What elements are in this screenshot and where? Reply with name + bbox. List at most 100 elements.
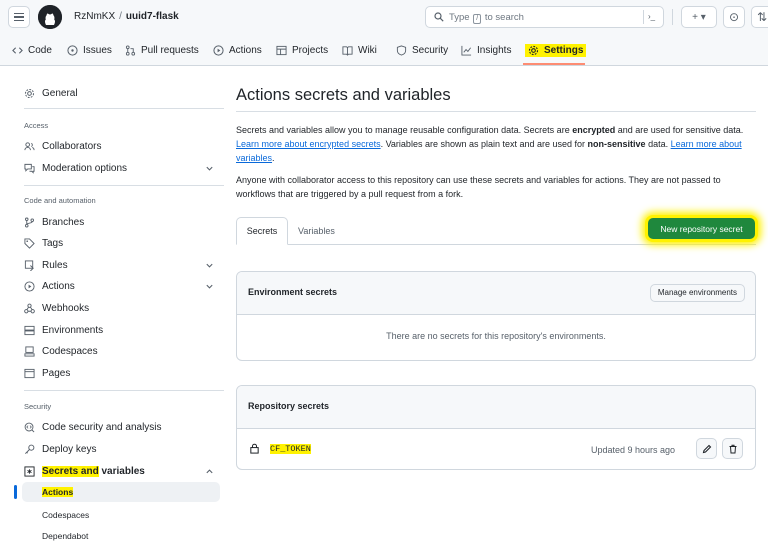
tag-icon	[24, 237, 35, 249]
secret-name: CF_TOKEN	[270, 444, 311, 454]
chevron-down-icon[interactable]	[205, 282, 214, 291]
tab-pull-requests[interactable]: Pull requests	[125, 40, 199, 60]
sidebar-heading-security: Security	[24, 402, 52, 411]
sidebar-item-pages[interactable]: Pages	[24, 364, 70, 382]
sidebar-subitem-codespaces[interactable]: Codespaces	[42, 510, 89, 520]
search-input[interactable]: Type / to search ›_	[425, 6, 664, 28]
browser-icon	[24, 368, 35, 378]
chevron-up-icon[interactable]	[205, 467, 214, 476]
play-icon	[213, 44, 224, 56]
secret-updated-time: Updated 9 hours ago	[591, 445, 676, 455]
server-icon	[24, 325, 35, 335]
sidebar-heading-code-automation: Code and automation	[24, 196, 96, 205]
gear-icon	[528, 45, 539, 55]
search-icon	[434, 12, 444, 22]
environment-secrets-box: Environment secrets Manage environments …	[236, 271, 756, 361]
tab-variables[interactable]: Variables	[298, 217, 335, 245]
tab-actions[interactable]: Actions	[213, 40, 262, 60]
sidebar-item-tags[interactable]: Tags	[24, 234, 63, 252]
code-icon	[12, 46, 23, 54]
sidebar-item-collaborators[interactable]: Collaborators	[24, 137, 101, 155]
issue-opened-icon	[67, 44, 78, 56]
sidebar-item-branches[interactable]: Branches	[24, 213, 84, 231]
page-title: Actions secrets and variables	[236, 86, 451, 104]
play-icon	[24, 280, 35, 292]
table-icon	[276, 45, 287, 55]
sidebar-item-code-security[interactable]: Code security and analysis	[24, 418, 162, 436]
pull-requests-icon[interactable]: ⇅	[751, 6, 768, 28]
key-asterisk-icon	[24, 465, 35, 477]
webhook-icon	[24, 303, 35, 313]
sidebar-subitem-actions[interactable]: Actions	[42, 487, 74, 497]
title-divider	[236, 111, 756, 112]
sidebar-item-general[interactable]: General	[24, 84, 78, 102]
codespaces-icon	[24, 345, 35, 357]
command-palette-icon[interactable]: ›_	[643, 10, 659, 24]
tab-security[interactable]: Security	[396, 40, 448, 60]
active-tab-underline	[523, 63, 585, 65]
tab-secrets[interactable]: Secrets	[236, 217, 288, 245]
breadcrumb-separator: /	[119, 11, 122, 22]
owner-link[interactable]: RzNmKX	[74, 11, 115, 22]
gear-icon	[24, 88, 35, 98]
tab-code[interactable]: Code	[12, 40, 52, 60]
delete-secret-button[interactable]	[722, 438, 743, 459]
sidebar-divider	[24, 108, 224, 109]
sidebar-item-actions[interactable]: Actions	[24, 277, 75, 295]
codescan-icon	[24, 422, 35, 432]
environment-secrets-header: Environment secrets Manage environments	[237, 272, 755, 315]
access-note-paragraph: Anyone with collaborator access to this …	[236, 175, 721, 199]
sidebar-item-webhooks[interactable]: Webhooks	[24, 299, 89, 317]
repo-breadcrumb: RzNmKX / uuid7-flask	[74, 11, 179, 22]
repo-push-icon	[24, 259, 34, 271]
book-icon	[342, 45, 353, 56]
sidebar-item-codespaces[interactable]: Codespaces	[24, 342, 98, 360]
tab-projects[interactable]: Projects	[276, 40, 328, 60]
git-pull-request-icon	[125, 44, 136, 56]
people-icon	[24, 141, 35, 150]
sidebar-item-environments[interactable]: Environments	[24, 321, 103, 339]
header-divider	[672, 9, 673, 25]
git-branch-icon	[25, 217, 34, 227]
table-row: CF_TOKEN Updated 9 hours ago	[237, 429, 755, 469]
sidebar-heading-access: Access	[24, 121, 49, 130]
sidebar-item-deploy-keys[interactable]: Deploy keys	[24, 440, 96, 458]
new-repository-secret-button[interactable]: New repository secret	[648, 218, 755, 239]
description-paragraph: Secrets and variables allow you to manag…	[236, 125, 744, 163]
pencil-icon	[702, 444, 711, 453]
manage-environments-button[interactable]: Manage environments	[649, 284, 745, 302]
lock-icon	[250, 443, 259, 454]
issues-icon[interactable]: ⊙	[723, 6, 745, 28]
repo-tabs: Code Issues Pull requests Actions Projec…	[0, 40, 768, 64]
sidebar-item-rules[interactable]: Rules	[24, 256, 68, 274]
repository-secrets-header: Repository secrets	[237, 386, 755, 429]
learn-more-secrets-link[interactable]: Learn more about encrypted secrets	[236, 139, 381, 149]
settings-sidebar: General Access Collaborators Moderation …	[0, 66, 230, 551]
shield-icon	[396, 44, 407, 56]
repository-secrets-title: Repository secrets	[248, 401, 330, 411]
tab-settings[interactable]: Settings	[525, 40, 587, 60]
sidebar-item-moderation[interactable]: Moderation options	[24, 159, 127, 177]
trash-icon	[729, 444, 736, 453]
repository-secrets-box: Repository secrets CF_TOKEN Updated 9 ho…	[236, 385, 756, 470]
sidebar-active-indicator	[14, 485, 17, 499]
repo-link[interactable]: uuid7-flask	[126, 11, 179, 22]
sidebar-subitem-dependabot[interactable]: Dependabot	[42, 531, 88, 541]
environment-secrets-empty: There are no secrets for this repository…	[386, 331, 606, 341]
search-placeholder: Type / to search	[449, 12, 524, 24]
sidebar-divider	[24, 390, 224, 391]
edit-secret-button[interactable]	[696, 438, 717, 459]
github-logo-icon[interactable]	[38, 5, 62, 29]
chevron-down-icon[interactable]	[205, 164, 214, 173]
menu-button[interactable]	[8, 6, 30, 28]
sidebar-item-secrets-variables[interactable]: Secrets and variables	[24, 462, 145, 480]
comment-discussion-icon	[24, 163, 35, 174]
create-new-button[interactable]: + ▾	[681, 6, 717, 28]
top-header: RzNmKX / uuid7-flask Type / to search ›_ +…	[0, 0, 768, 66]
tab-insights[interactable]: Insights	[461, 40, 511, 60]
tab-issues[interactable]: Issues	[67, 40, 112, 60]
tab-wiki[interactable]: Wiki	[342, 40, 377, 60]
environment-secrets-title: Environment secrets	[248, 287, 338, 297]
graph-icon	[461, 45, 472, 56]
chevron-down-icon[interactable]	[205, 261, 214, 270]
